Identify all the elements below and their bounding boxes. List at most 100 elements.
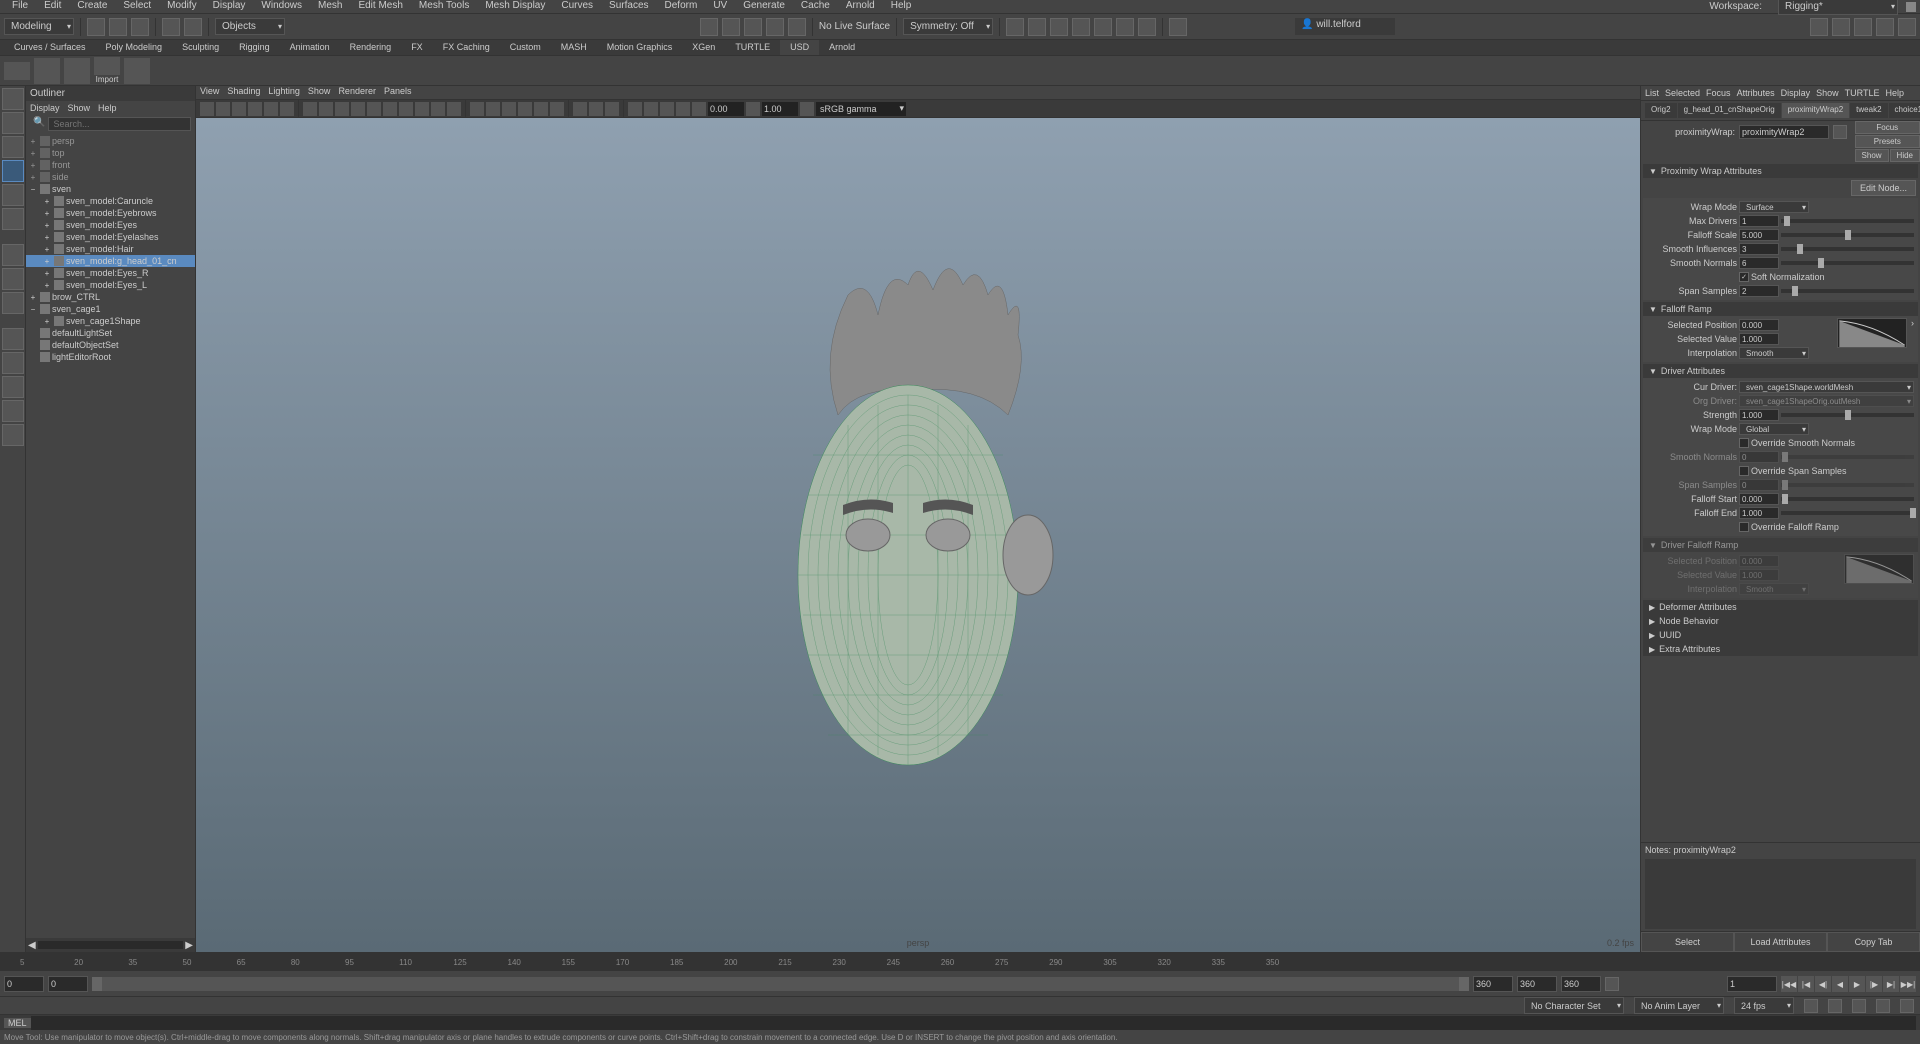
range-end-input[interactable] bbox=[1517, 976, 1557, 992]
outliner-item[interactable]: +sven_model:Eyebrows bbox=[26, 207, 195, 219]
menu-mesh-display[interactable]: Mesh Display bbox=[477, 0, 553, 13]
play-forward-icon[interactable]: ▶ bbox=[1849, 976, 1865, 992]
shelf-item-stage-icon[interactable] bbox=[4, 62, 30, 80]
outliner-item[interactable]: defaultLightSet bbox=[26, 327, 195, 339]
falloff-scale-slider[interactable] bbox=[1781, 233, 1914, 237]
attr-menu-item[interactable]: Selected bbox=[1665, 88, 1700, 98]
viewport-3d[interactable]: persp 0.2 fps bbox=[196, 118, 1640, 952]
notes-textarea[interactable] bbox=[1645, 859, 1916, 929]
menu-windows[interactable]: Windows bbox=[253, 0, 310, 13]
vp-tool-icon[interactable] bbox=[200, 102, 214, 116]
new-scene-icon[interactable] bbox=[87, 18, 105, 36]
vp-tool-icon[interactable] bbox=[550, 102, 564, 116]
section-extra[interactable]: ▶Extra Attributes bbox=[1643, 642, 1918, 656]
vp-tool-icon[interactable] bbox=[518, 102, 532, 116]
sel-val-input[interactable] bbox=[1739, 333, 1779, 345]
shelf-tab[interactable]: Arnold bbox=[819, 40, 865, 55]
paint-select-tool-icon[interactable] bbox=[2, 136, 24, 158]
outliner-item[interactable]: +front bbox=[26, 159, 195, 171]
override-falloff-checkbox[interactable] bbox=[1739, 522, 1749, 532]
pause-render-icon[interactable] bbox=[1138, 18, 1156, 36]
render-icon[interactable] bbox=[1006, 18, 1024, 36]
vp-tool-icon[interactable] bbox=[746, 102, 760, 116]
scroll-left-icon[interactable]: ◀ bbox=[28, 940, 36, 951]
menu-file[interactable]: File bbox=[4, 0, 36, 13]
vp-tool-icon[interactable] bbox=[589, 102, 603, 116]
sel-pos-input[interactable] bbox=[1739, 319, 1779, 331]
shelf-tab[interactable]: Rigging bbox=[229, 40, 280, 55]
vp-tool-icon[interactable] bbox=[502, 102, 516, 116]
menu-cache[interactable]: Cache bbox=[793, 0, 838, 13]
menu-modify[interactable]: Modify bbox=[159, 0, 204, 13]
expand-icon[interactable]: + bbox=[42, 233, 52, 242]
shelf-tab[interactable]: FX Caching bbox=[433, 40, 500, 55]
shelf-tab[interactable]: TURTLE bbox=[725, 40, 780, 55]
vp-tool-icon[interactable] bbox=[534, 102, 548, 116]
hide-button[interactable]: Hide bbox=[1890, 149, 1920, 162]
menu-generate[interactable]: Generate bbox=[735, 0, 793, 13]
render-frame-icon[interactable] bbox=[1050, 18, 1068, 36]
character-set-dropdown[interactable]: No Character Set bbox=[1524, 997, 1624, 1014]
outliner-item[interactable]: +sven_model:Eyes bbox=[26, 219, 195, 231]
vp-tool-icon[interactable] bbox=[486, 102, 500, 116]
menu-arnold[interactable]: Arnold bbox=[838, 0, 883, 13]
section-proximity-wrap[interactable]: ▼ Proximity Wrap Attributes bbox=[1643, 164, 1918, 178]
layout-single-icon[interactable] bbox=[2, 328, 24, 350]
expand-icon[interactable]: + bbox=[42, 221, 52, 230]
focus-button[interactable]: Focus bbox=[1855, 121, 1920, 134]
vp-tool-icon[interactable] bbox=[335, 102, 349, 116]
shelf-tab[interactable]: Poly Modeling bbox=[96, 40, 173, 55]
ipr-icon[interactable] bbox=[1028, 18, 1046, 36]
vp-menu-view[interactable]: View bbox=[200, 86, 219, 99]
smooth-normals-slider[interactable] bbox=[1781, 261, 1914, 265]
shelf-item-icon[interactable] bbox=[124, 58, 150, 84]
vp-tool-icon[interactable] bbox=[264, 102, 278, 116]
max-drivers-input[interactable] bbox=[1739, 215, 1779, 227]
shelf-item-icon[interactable] bbox=[34, 58, 60, 84]
strength-input[interactable] bbox=[1739, 409, 1779, 421]
expand-icon[interactable]: + bbox=[42, 209, 52, 218]
range-start-input[interactable] bbox=[4, 976, 44, 992]
layout-four-icon[interactable] bbox=[2, 352, 24, 374]
last-tool-icon[interactable] bbox=[2, 244, 24, 266]
expand-icon[interactable]: + bbox=[42, 317, 52, 326]
outliner-tree[interactable]: +persp+top+front+side−sven+sven_model:Ca… bbox=[26, 133, 195, 938]
outliner-item[interactable]: +sven_model:Eyes_R bbox=[26, 267, 195, 279]
current-frame-input[interactable] bbox=[1727, 976, 1777, 992]
shelf-tab[interactable]: FX bbox=[401, 40, 433, 55]
prefs-icon[interactable] bbox=[1828, 999, 1842, 1013]
expand-icon[interactable]: + bbox=[42, 281, 52, 290]
shelf-item-icon[interactable] bbox=[64, 58, 90, 84]
attr-tab[interactable]: choice1 bbox=[1889, 103, 1920, 118]
attr-menu-item[interactable]: Display bbox=[1781, 88, 1811, 98]
override-span-checkbox[interactable] bbox=[1739, 466, 1749, 476]
select-button[interactable]: Select bbox=[1641, 932, 1734, 952]
strength-slider[interactable] bbox=[1781, 413, 1914, 417]
outliner-item[interactable]: +side bbox=[26, 171, 195, 183]
vp-tool-icon[interactable] bbox=[367, 102, 381, 116]
expand-icon[interactable]: + bbox=[28, 293, 38, 302]
section-falloff-ramp[interactable]: ▼ Falloff Ramp bbox=[1643, 302, 1918, 316]
selection-mode-dropdown[interactable]: Objects bbox=[215, 18, 285, 35]
shelf-tab[interactable]: Custom bbox=[500, 40, 551, 55]
shelf-tab[interactable]: MASH bbox=[551, 40, 597, 55]
shelf-tab[interactable]: Curves / Surfaces bbox=[4, 40, 96, 55]
layout-three-icon[interactable] bbox=[2, 424, 24, 446]
vp-tool-icon[interactable] bbox=[676, 102, 690, 116]
attr-menu-item[interactable]: Show bbox=[1816, 88, 1839, 98]
render-settings-icon[interactable] bbox=[1072, 18, 1090, 36]
user-account[interactable]: 👤 will.telford bbox=[1295, 18, 1395, 35]
snap-curve-icon[interactable] bbox=[722, 18, 740, 36]
node-history-icon[interactable] bbox=[1833, 125, 1847, 139]
attr-menu-item[interactable]: Attributes bbox=[1737, 88, 1775, 98]
play-back-icon[interactable]: ◀ bbox=[1832, 976, 1848, 992]
falloff-end-input[interactable] bbox=[1739, 507, 1779, 519]
soft-mod-icon[interactable] bbox=[2, 292, 24, 314]
menu-curves[interactable]: Curves bbox=[553, 0, 601, 13]
cmd-lang-label[interactable]: MEL bbox=[4, 1018, 31, 1028]
section-driver-falloff-ramp[interactable]: ▼ Driver Falloff Ramp bbox=[1643, 538, 1918, 552]
ramp-expand-icon[interactable]: › bbox=[1911, 318, 1914, 360]
open-scene-icon[interactable] bbox=[109, 18, 127, 36]
edit-node-button[interactable]: Edit Node... bbox=[1851, 180, 1916, 196]
smooth-influences-slider[interactable] bbox=[1781, 247, 1914, 251]
